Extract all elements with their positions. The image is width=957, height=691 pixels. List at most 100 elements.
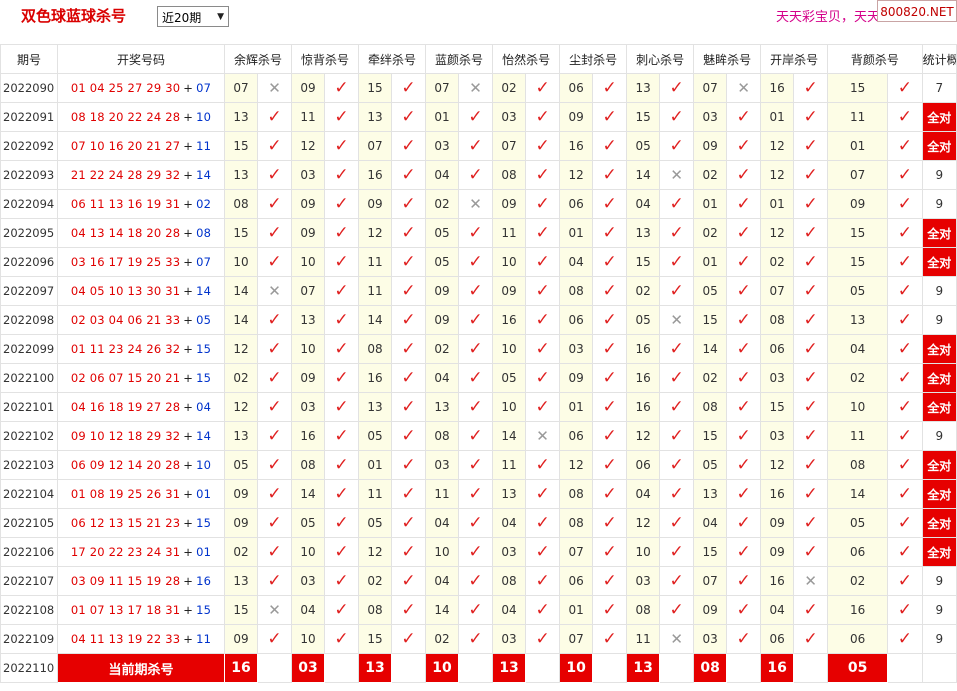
check-cell: ✓ — [256, 624, 293, 654]
blue-ball: 08 — [196, 226, 212, 240]
check-icon: ✓ — [897, 454, 912, 475]
red-balls: 01 11 23 24 26 32 — [70, 342, 181, 356]
table-row: 2022101 04 16 18 19 27 28 +04 12 ✓ 03 ✓ 13 ✓ 13 ✓ 1… — [0, 392, 957, 422]
kill-number: 03 — [425, 450, 460, 480]
red-balls: 04 11 13 19 22 33 — [70, 632, 181, 646]
check-icon: ✓ — [267, 222, 282, 243]
check-icon: ✓ — [669, 483, 684, 504]
blank-cell — [458, 653, 494, 683]
cross-cell: ✕ — [458, 73, 494, 103]
site-badge[interactable]: 800820.NET — [877, 0, 957, 22]
check-icon: ✓ — [334, 222, 349, 243]
check-cell: ✓ — [726, 131, 762, 161]
kill-number: 06 — [827, 537, 889, 567]
kill-number: 16 — [492, 305, 527, 335]
check-icon: ✓ — [803, 512, 818, 533]
kill-number: 15 — [693, 421, 728, 451]
check-cell: ✓ — [793, 276, 829, 306]
check-cell: ✓ — [256, 305, 293, 335]
draw-numbers: 08 18 20 22 24 28 +10 — [57, 102, 225, 132]
check-icon: ✓ — [669, 396, 684, 417]
check-icon: ✓ — [468, 106, 483, 127]
red-balls: 02 03 04 06 21 33 — [70, 313, 181, 327]
check-cell: ✓ — [592, 479, 628, 509]
kill-number: 05 — [626, 131, 661, 161]
check-icon: ✓ — [736, 309, 751, 330]
kill-number: 13 — [626, 73, 661, 103]
kill-number: 01 — [358, 450, 393, 480]
kill-number: 04 — [827, 334, 889, 364]
period-select[interactable]: 近20期 ▼ — [157, 6, 229, 27]
blue-ball: 16 — [196, 574, 212, 588]
check-cell: ✓ — [458, 450, 494, 480]
check-cell: ✓ — [793, 595, 829, 625]
table-row: 2022100 02 06 07 15 20 21 +15 02 ✓ 09 ✓ 16 ✓ 04 ✓ 0… — [0, 363, 957, 393]
kill-number: 13 — [626, 218, 661, 248]
check-cell: ✓ — [458, 334, 494, 364]
blue-ball: 02 — [196, 197, 212, 211]
check-icon: ✓ — [602, 338, 617, 359]
check-icon: ✓ — [602, 512, 617, 533]
check-icon: ✓ — [468, 280, 483, 301]
draw-numbers: 03 09 11 15 19 28 +16 — [57, 566, 225, 596]
check-icon: ✓ — [468, 164, 483, 185]
check-icon: ✓ — [897, 367, 912, 388]
current-kill-number: 10 — [559, 653, 594, 683]
plus-sign: + — [183, 342, 194, 356]
kill-number: 09 — [425, 305, 460, 335]
check-cell: ✓ — [324, 450, 360, 480]
kill-number: 13 — [693, 479, 728, 509]
column-header: 刺心杀号 — [626, 44, 695, 74]
column-header: 开岸杀号 — [760, 44, 829, 74]
stat-cell: 9 — [921, 305, 957, 335]
check-icon: ✓ — [267, 541, 282, 562]
blue-ball: 14 — [196, 284, 212, 298]
kill-number: 02 — [760, 247, 795, 277]
kill-number: 13 — [291, 305, 326, 335]
kill-number: 05 — [693, 450, 728, 480]
kill-number: 08 — [760, 305, 795, 335]
check-icon: ✓ — [401, 454, 416, 475]
kill-number: 08 — [559, 508, 594, 538]
cross-cell: ✕ — [256, 73, 293, 103]
check-cell: ✓ — [391, 421, 427, 451]
red-balls: 03 09 11 15 19 28 — [70, 574, 181, 588]
cross-cell: ✕ — [458, 189, 494, 219]
check-icon: ✓ — [602, 396, 617, 417]
kill-number: 10 — [492, 334, 527, 364]
kill-number: 16 — [827, 595, 889, 625]
check-icon: ✓ — [803, 338, 818, 359]
check-icon: ✓ — [736, 280, 751, 301]
kill-number: 12 — [224, 392, 258, 422]
check-icon: ✓ — [669, 193, 684, 214]
check-cell: ✓ — [525, 479, 561, 509]
check-cell: ✓ — [887, 247, 923, 277]
current-kill-number: 13 — [358, 653, 393, 683]
plus-sign: + — [183, 574, 194, 588]
check-cell: ✓ — [256, 334, 293, 364]
kill-number: 09 — [827, 189, 889, 219]
check-icon: ✓ — [602, 425, 617, 446]
check-cell: ✓ — [592, 537, 628, 567]
check-cell: ✓ — [256, 537, 293, 567]
kill-number: 01 — [559, 392, 594, 422]
check-icon: ✓ — [535, 251, 550, 272]
marquee-text[interactable]: 天天彩宝贝，天天 — [776, 6, 881, 25]
kill-number: 09 — [492, 189, 527, 219]
plus-sign: + — [183, 168, 194, 182]
check-icon: ✓ — [736, 541, 751, 562]
kill-number: 13 — [358, 102, 393, 132]
table-row: 2022109 04 11 13 19 22 33 +11 09 ✓ 10 ✓ 15 ✓ 02 ✓ 0… — [0, 624, 957, 654]
kill-number: 03 — [291, 566, 326, 596]
check-icon: ✓ — [334, 367, 349, 388]
check-cell: ✓ — [525, 537, 561, 567]
stat-cell: 9 — [921, 189, 957, 219]
draw-numbers: 01 07 13 17 18 31 +15 — [57, 595, 225, 625]
period-cell: 2022094 — [0, 189, 58, 219]
stat-cell: 全对 — [921, 218, 957, 248]
check-cell: ✓ — [659, 73, 695, 103]
check-cell: ✓ — [726, 247, 762, 277]
check-cell: ✓ — [391, 131, 427, 161]
check-cell: ✓ — [525, 624, 561, 654]
check-cell: ✓ — [659, 102, 695, 132]
